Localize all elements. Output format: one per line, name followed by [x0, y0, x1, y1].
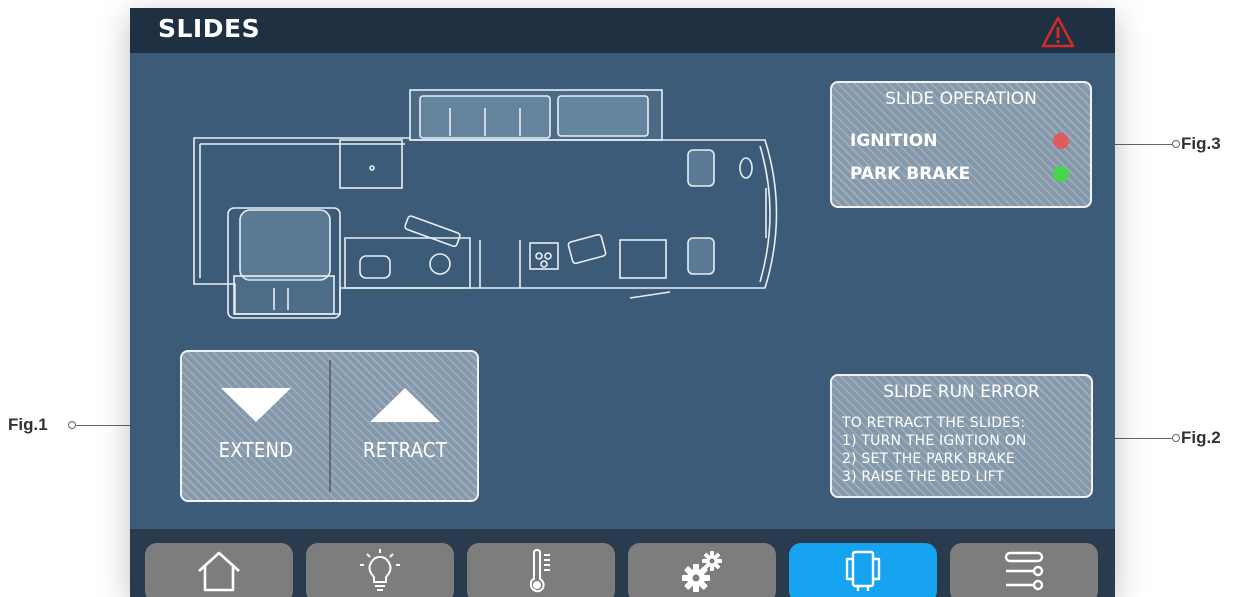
page-title: SLIDES	[158, 14, 261, 43]
fig3-annotation: Fig.3	[1181, 134, 1221, 153]
up-arrow-icon	[370, 388, 440, 422]
retract-button[interactable]: RETRACT	[331, 352, 479, 500]
extend-label: EXTEND	[218, 438, 294, 462]
tab-home[interactable]	[145, 543, 293, 597]
warning-triangle-icon[interactable]	[1041, 16, 1075, 48]
ignition-status-indicator	[1053, 133, 1069, 149]
slide-error-title: SLIDE RUN ERROR	[883, 382, 1040, 402]
tab-settings[interactable]	[628, 543, 776, 597]
tab-climate[interactable]	[467, 543, 615, 597]
light-bulb-icon	[360, 549, 400, 591]
top-bar: SLIDES	[130, 8, 1115, 53]
slides-icon	[845, 550, 881, 591]
ignition-label: IGNITION	[850, 131, 938, 151]
thermometer-icon	[529, 549, 550, 593]
fig1-leader-ring	[68, 421, 76, 429]
slides-screen: SLIDES EXTEND RETRACT SLIDE OPERATION IG…	[130, 8, 1115, 597]
bottom-nav	[130, 529, 1115, 597]
park-brake-status-indicator	[1053, 166, 1069, 182]
slide-operation-panel: SLIDE OPERATION IGNITION PARK BRAKE	[830, 81, 1092, 208]
fig3-leader-ring	[1172, 140, 1180, 148]
park-brake-label: PARK BRAKE	[850, 164, 971, 184]
retract-label: RETRACT	[362, 438, 448, 462]
error-line: 3) RAISE THE BED LIFT	[842, 469, 1005, 485]
slide-control-panel: EXTEND RETRACT	[180, 350, 479, 502]
error-line: 2) SET THE PARK BRAKE	[842, 451, 1015, 467]
home-icon	[198, 551, 240, 592]
gears-icon	[682, 551, 722, 592]
slide-error-panel: SLIDE RUN ERROR TO RETRACT THE SLIDES: 1…	[830, 374, 1093, 498]
tab-lights[interactable]	[306, 543, 454, 597]
down-arrow-icon	[221, 388, 291, 422]
extend-button[interactable]: EXTEND	[182, 352, 330, 500]
tab-menu[interactable]	[950, 543, 1098, 597]
fig1-annotation: Fig.1	[8, 415, 48, 434]
fig2-annotation: Fig.2	[1181, 428, 1221, 447]
error-line: TO RETRACT THE SLIDES:	[842, 415, 1026, 431]
error-line: 1) TURN THE IGNTION ON	[842, 433, 1027, 449]
fig2-leader-ring	[1172, 434, 1180, 442]
settings-sliders-icon	[1004, 551, 1044, 591]
tab-slides[interactable]	[789, 543, 937, 597]
rv-floorplan-image	[193, 89, 778, 319]
slide-operation-title: SLIDE OPERATION	[885, 89, 1037, 109]
